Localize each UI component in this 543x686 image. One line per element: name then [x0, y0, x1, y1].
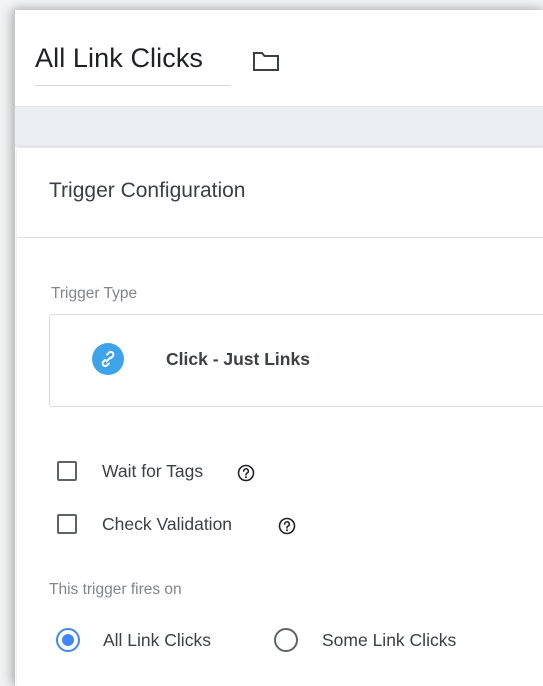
trigger-name[interactable]: All Link Clicks — [35, 43, 203, 74]
trigger-type-selector[interactable]: Click - Just Links — [49, 314, 543, 407]
card-title: Trigger Configuration — [49, 179, 246, 202]
fires-on-label: This trigger fires on — [49, 581, 182, 598]
some-link-clicks-label[interactable]: Some Link Clicks — [322, 630, 456, 651]
check-validation-checkbox[interactable] — [57, 514, 77, 534]
some-link-clicks-radio[interactable] — [274, 628, 298, 652]
link-icon — [92, 343, 124, 375]
all-link-clicks-radio[interactable] — [56, 628, 80, 652]
trigger-name-field[interactable]: All Link Clicks — [35, 37, 231, 86]
wait-for-tags-checkbox[interactable] — [57, 461, 77, 481]
header-divider-band — [15, 107, 543, 147]
all-link-clicks-label[interactable]: All Link Clicks — [103, 630, 211, 651]
wait-for-tags-label[interactable]: Wait for Tags — [102, 461, 203, 482]
folder-icon[interactable] — [252, 50, 280, 72]
help-icon[interactable] — [278, 517, 296, 535]
trigger-type-name: Click - Just Links — [166, 349, 310, 369]
trigger-header: All Link Clicks — [15, 10, 543, 107]
trigger-configuration-card: Trigger Configuration Trigger Type Click… — [17, 148, 543, 686]
trigger-type-label: Trigger Type — [51, 285, 138, 302]
help-icon[interactable] — [237, 464, 255, 482]
check-validation-label[interactable]: Check Validation — [102, 514, 232, 535]
trigger-editor-panel: All Link Clicks Trigger Configuration Tr… — [14, 10, 543, 686]
card-header: Trigger Configuration — [17, 148, 543, 238]
